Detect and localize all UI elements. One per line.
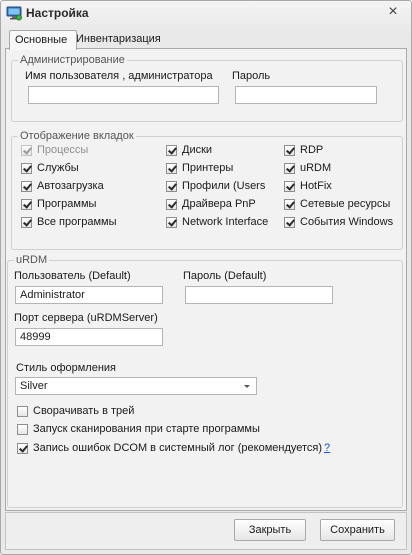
- save-button[interactable]: Сохранить: [320, 519, 395, 541]
- close-button[interactable]: Закрыть: [234, 519, 306, 541]
- tab-option-label: Профили (Users: [182, 180, 266, 192]
- tab-option-label: Все программы: [37, 216, 117, 228]
- style-select[interactable]: Silver: [15, 377, 257, 395]
- tab-option-checkbox[interactable]: [166, 180, 177, 192]
- urdm-port-input[interactable]: [15, 328, 163, 346]
- tab-option-col2-4[interactable]: Network Interface: [166, 215, 268, 229]
- option-scan-on-start[interactable]: Запуск сканирования при старте программы: [17, 422, 260, 436]
- tab-option-checkbox[interactable]: [21, 162, 32, 174]
- tab-option-col3-1[interactable]: uRDM: [284, 161, 331, 175]
- tab-option-label: Network Interface: [182, 216, 269, 228]
- tab-option-col1-1[interactable]: Службы: [21, 161, 79, 175]
- tab-inventory[interactable]: Инвентаризация: [71, 30, 166, 48]
- option-minimize-to-tray[interactable]: Сворачивать в трей: [17, 404, 134, 418]
- tab-option-checkbox[interactable]: [21, 180, 32, 192]
- urdm-user-input[interactable]: [15, 286, 163, 304]
- urdm-password-label: Пароль (Default): [183, 270, 267, 282]
- settings-window: Настройка × Основные Инвентаризация Адми…: [0, 0, 412, 555]
- tab-option-label: Принтеры: [182, 162, 234, 174]
- option-minimize-to-tray-checkbox[interactable]: [17, 405, 28, 417]
- close-icon[interactable]: ×: [385, 4, 401, 20]
- urdm-password-input[interactable]: [185, 286, 333, 304]
- tab-option-label: RDP: [300, 144, 324, 156]
- admin-user-label: Имя пользователя , администратора: [25, 70, 213, 82]
- tab-option-col3-4[interactable]: События Windows: [284, 215, 393, 229]
- tab-option-col2-2[interactable]: Профили (Users: [166, 179, 265, 193]
- admin-password-label: Пароль: [232, 70, 271, 82]
- tab-option-col1-0: Процессы: [21, 143, 88, 157]
- tab-option-label: Автозагрузка: [37, 180, 104, 192]
- option-dcom-log-checkbox[interactable]: [17, 442, 28, 454]
- tab-panel-general: Администрирование Имя пользователя , адм…: [5, 48, 407, 511]
- option-dcom-log[interactable]: Запись ошибок DCOM в системный лог (реко…: [17, 441, 330, 455]
- tab-option-checkbox[interactable]: [21, 216, 32, 228]
- monitor-icon: [6, 6, 22, 21]
- tab-option-checkbox[interactable]: [21, 198, 32, 210]
- admin-password-input[interactable]: [235, 86, 377, 104]
- style-select-value: Silver: [20, 380, 48, 392]
- style-label: Стиль оформления: [16, 362, 117, 374]
- tab-option-checkbox[interactable]: [284, 198, 295, 210]
- tab-option-checkbox: [21, 144, 32, 156]
- admin-legend: Администрирование: [18, 54, 127, 66]
- option-scan-on-start-label: Запуск сканирования при старте программы: [33, 423, 260, 435]
- footer-panel: Закрыть Сохранить: [5, 512, 407, 550]
- admin-group: Администрирование Имя пользователя , адм…: [11, 54, 403, 122]
- urdm-group: uRDM Пользователь (Default) Пароль (Defa…: [7, 254, 403, 508]
- tab-option-checkbox[interactable]: [284, 144, 295, 156]
- tab-option-checkbox[interactable]: [166, 144, 177, 156]
- option-dcom-log-label: Запись ошибок DCOM в системный лог (реко…: [33, 442, 323, 454]
- tab-option-checkbox[interactable]: [284, 162, 295, 174]
- tab-option-col1-2[interactable]: Автозагрузка: [21, 179, 104, 193]
- tabs-display-legend: Отображение вкладок: [18, 130, 136, 142]
- title-bar[interactable]: Настройка ×: [1, 1, 411, 27]
- window-title: Настройка: [26, 6, 89, 20]
- tab-option-col3-2[interactable]: HotFix: [284, 179, 332, 193]
- tab-option-col3-3[interactable]: Сетевые ресурсы: [284, 197, 390, 211]
- tab-option-checkbox[interactable]: [166, 216, 177, 228]
- tab-option-checkbox[interactable]: [166, 198, 177, 210]
- tab-option-label: Диски: [182, 144, 213, 156]
- option-scan-on-start-checkbox[interactable]: [17, 423, 28, 435]
- tab-option-label: uRDM: [300, 162, 332, 174]
- tab-option-col2-0[interactable]: Диски: [166, 143, 212, 157]
- tab-option-col3-0[interactable]: RDP: [284, 143, 323, 157]
- tabs-display-group: Отображение вкладок Процессы Службы Автоза…: [11, 130, 403, 250]
- tab-inventory-label: Инвентаризация: [76, 33, 161, 45]
- tab-option-col2-1[interactable]: Принтеры: [166, 161, 233, 175]
- tab-option-checkbox[interactable]: [284, 180, 295, 192]
- tab-option-col1-4[interactable]: Все программы: [21, 215, 116, 229]
- tab-option-label: События Windows: [300, 216, 394, 228]
- tab-option-label: Сетевые ресурсы: [300, 198, 391, 210]
- chevron-down-icon: [244, 385, 250, 388]
- urdm-user-label: Пользователь (Default): [14, 270, 131, 282]
- tab-option-label: Процессы: [37, 144, 89, 156]
- tab-option-checkbox[interactable]: [284, 216, 295, 228]
- urdm-port-label: Порт сервера (uRDMServer): [14, 312, 158, 324]
- tab-option-col2-3[interactable]: Драйвера PnP: [166, 197, 256, 211]
- tab-general[interactable]: Основные: [9, 30, 77, 50]
- admin-user-input[interactable]: [28, 86, 219, 104]
- tab-option-label: Драйвера PnP: [182, 198, 256, 210]
- tab-option-label: HotFix: [300, 180, 332, 192]
- option-minimize-to-tray-label: Сворачивать в трей: [33, 405, 135, 417]
- tab-option-checkbox[interactable]: [166, 162, 177, 174]
- tab-general-label: Основные: [15, 34, 68, 46]
- tab-option-label: Программы: [37, 198, 97, 210]
- tab-option-label: Службы: [37, 162, 79, 174]
- tab-option-col1-3[interactable]: Программы: [21, 197, 96, 211]
- help-link[interactable]: ?: [324, 442, 330, 454]
- urdm-legend: uRDM: [14, 254, 50, 266]
